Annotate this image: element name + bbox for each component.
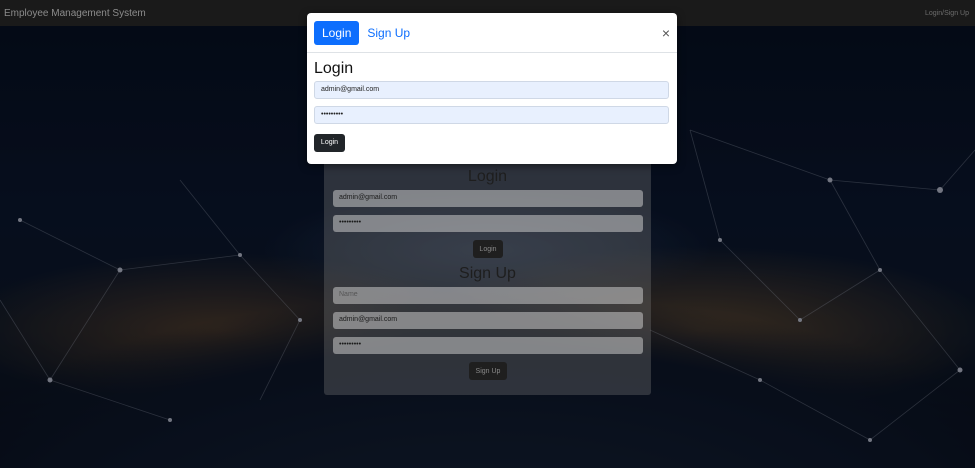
panel-signup-email-field[interactable]: admin@gmail.com (333, 312, 643, 329)
login-submit-button[interactable]: Login (314, 133, 345, 152)
modal-title: Login (314, 60, 354, 77)
password-field[interactable]: ••••••••• (314, 106, 669, 124)
login-signup-link[interactable]: Login/Sign Up (925, 10, 969, 17)
close-icon[interactable]: × (662, 26, 670, 40)
panel-signup-password-field[interactable]: ••••••••• (333, 337, 643, 354)
login-modal: Login Sign Up × Login admin@gmail.com ••… (307, 13, 677, 164)
modal-header: Login Sign Up × (307, 13, 677, 53)
email-field[interactable]: admin@gmail.com (314, 81, 669, 99)
modal-body: Login admin@gmail.com ••••••••• Login (307, 53, 677, 159)
panel-login-button[interactable]: Login (473, 240, 503, 258)
panel-signup-name-field[interactable]: Name (333, 287, 643, 304)
auth-panel: Login admin@gmail.com ••••••••• Login Si… (324, 160, 651, 395)
navbar-brand[interactable]: Employee Management System (4, 8, 146, 19)
tab-login[interactable]: Login (314, 20, 360, 45)
tab-signup[interactable]: Sign Up (359, 21, 418, 45)
panel-signup-title: Sign Up (459, 265, 516, 282)
panel-login-email-field[interactable]: admin@gmail.com (333, 190, 643, 207)
panel-signup-button[interactable]: Sign Up (469, 362, 507, 380)
panel-login-password-field[interactable]: ••••••••• (333, 215, 643, 232)
panel-login-title: Login (467, 168, 508, 185)
